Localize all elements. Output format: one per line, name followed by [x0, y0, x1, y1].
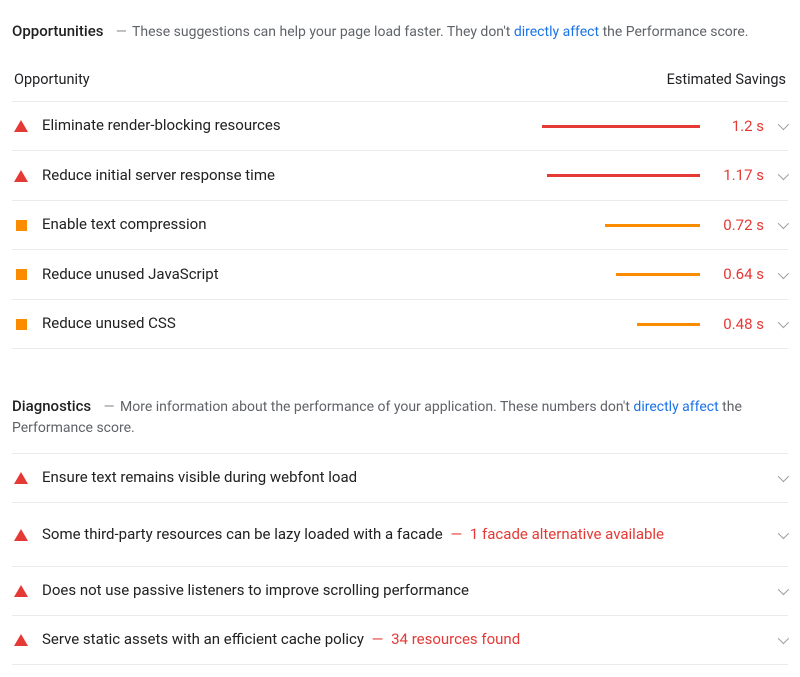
triangle-warning-icon [14, 471, 28, 485]
col-savings-label: Estimated Savings [667, 69, 786, 91]
triangle-warning-icon [14, 169, 28, 183]
opportunity-row[interactable]: Reduce initial server response time 1.17… [12, 151, 788, 201]
dash-separator: — [104, 399, 115, 415]
square-warning-icon [14, 268, 28, 282]
triangle-warning-icon [14, 584, 28, 598]
diagnostics-desc-pre: More information about the performance o… [120, 399, 633, 415]
savings-bar [542, 323, 700, 326]
savings-value: 1.2 s [712, 115, 764, 138]
opportunities-desc-pre: These suggestions can help your page loa… [132, 24, 514, 40]
savings-value: 1.17 s [712, 164, 764, 187]
opportunities-desc-link[interactable]: directly affect [514, 24, 599, 40]
col-opportunity-label: Opportunity [14, 69, 90, 91]
opportunities-header: Opportunities — These suggestions can he… [12, 20, 788, 65]
savings-value: 0.64 s [712, 263, 764, 286]
savings-bar [542, 273, 700, 276]
diagnostics-desc-link[interactable]: directly affect [633, 399, 718, 415]
expand-toggle[interactable] [764, 587, 786, 595]
opportunity-label: Reduce unused JavaScript [28, 264, 542, 286]
diagnostic-label: Serve static assets with an efficient ca… [28, 629, 764, 651]
diagnostic-label: Ensure text remains visible during webfo… [28, 467, 764, 489]
diagnostic-label: Some third-party resources can be lazy l… [28, 524, 764, 546]
chevron-down-icon [778, 317, 789, 328]
opportunity-label: Eliminate render-blocking resources [28, 115, 542, 137]
diagnostics-title: Diagnostics [12, 397, 91, 415]
expand-toggle[interactable] [764, 320, 786, 328]
expand-toggle[interactable] [764, 172, 786, 180]
opportunities-column-headers: Opportunity Estimated Savings [12, 65, 788, 102]
chevron-down-icon [778, 267, 789, 278]
opportunity-row[interactable]: Reduce unused JavaScript 0.64 s [12, 250, 788, 300]
chevron-down-icon [778, 527, 789, 538]
dash-separator: — [116, 24, 127, 40]
savings-bar [542, 174, 700, 177]
diagnostics-header: Diagnostics — More information about the… [12, 395, 788, 454]
diagnostic-row[interactable]: Does not use passive listeners to improv… [12, 567, 788, 616]
opportunity-label: Enable text compression [28, 214, 542, 236]
chevron-down-icon [778, 218, 789, 229]
chevron-down-icon [778, 584, 789, 595]
expand-toggle[interactable] [764, 636, 786, 644]
chevron-down-icon [778, 119, 789, 130]
expand-toggle[interactable] [764, 221, 786, 229]
expand-toggle[interactable] [764, 122, 786, 130]
savings-value: 0.72 s [712, 214, 764, 237]
opportunity-label: Reduce unused CSS [28, 313, 542, 335]
opportunity-row[interactable]: Reduce unused CSS 0.48 s [12, 300, 788, 350]
savings-value: 0.48 s [712, 313, 764, 336]
chevron-down-icon [778, 471, 789, 482]
savings-bar [542, 224, 700, 227]
opportunities-title: Opportunities [12, 22, 103, 40]
opportunities-desc-post: the Performance score. [599, 24, 748, 40]
diagnostic-label: Does not use passive listeners to improv… [28, 580, 764, 602]
diagnostic-row[interactable]: Ensure text remains visible during webfo… [12, 454, 788, 503]
chevron-down-icon [778, 633, 789, 644]
chevron-down-icon [778, 168, 789, 179]
triangle-warning-icon [14, 528, 28, 542]
triangle-warning-icon [14, 633, 28, 647]
triangle-warning-icon [14, 119, 28, 133]
savings-bar [542, 125, 700, 128]
square-warning-icon [14, 218, 28, 232]
diagnostic-row[interactable]: Serve static assets with an efficient ca… [12, 616, 788, 665]
opportunity-row[interactable]: Eliminate render-blocking resources 1.2 … [12, 102, 788, 152]
square-warning-icon [14, 317, 28, 331]
diagnostic-annotation: 1 facade alternative available [470, 525, 664, 543]
expand-toggle[interactable] [764, 531, 786, 539]
expand-toggle[interactable] [764, 474, 786, 482]
opportunity-row[interactable]: Enable text compression 0.72 s [12, 201, 788, 251]
expand-toggle[interactable] [764, 271, 786, 279]
opportunity-label: Reduce initial server response time [28, 165, 542, 187]
diagnostic-annotation: 34 resources found [391, 630, 520, 648]
diagnostic-row[interactable]: Some third-party resources can be lazy l… [12, 503, 788, 567]
